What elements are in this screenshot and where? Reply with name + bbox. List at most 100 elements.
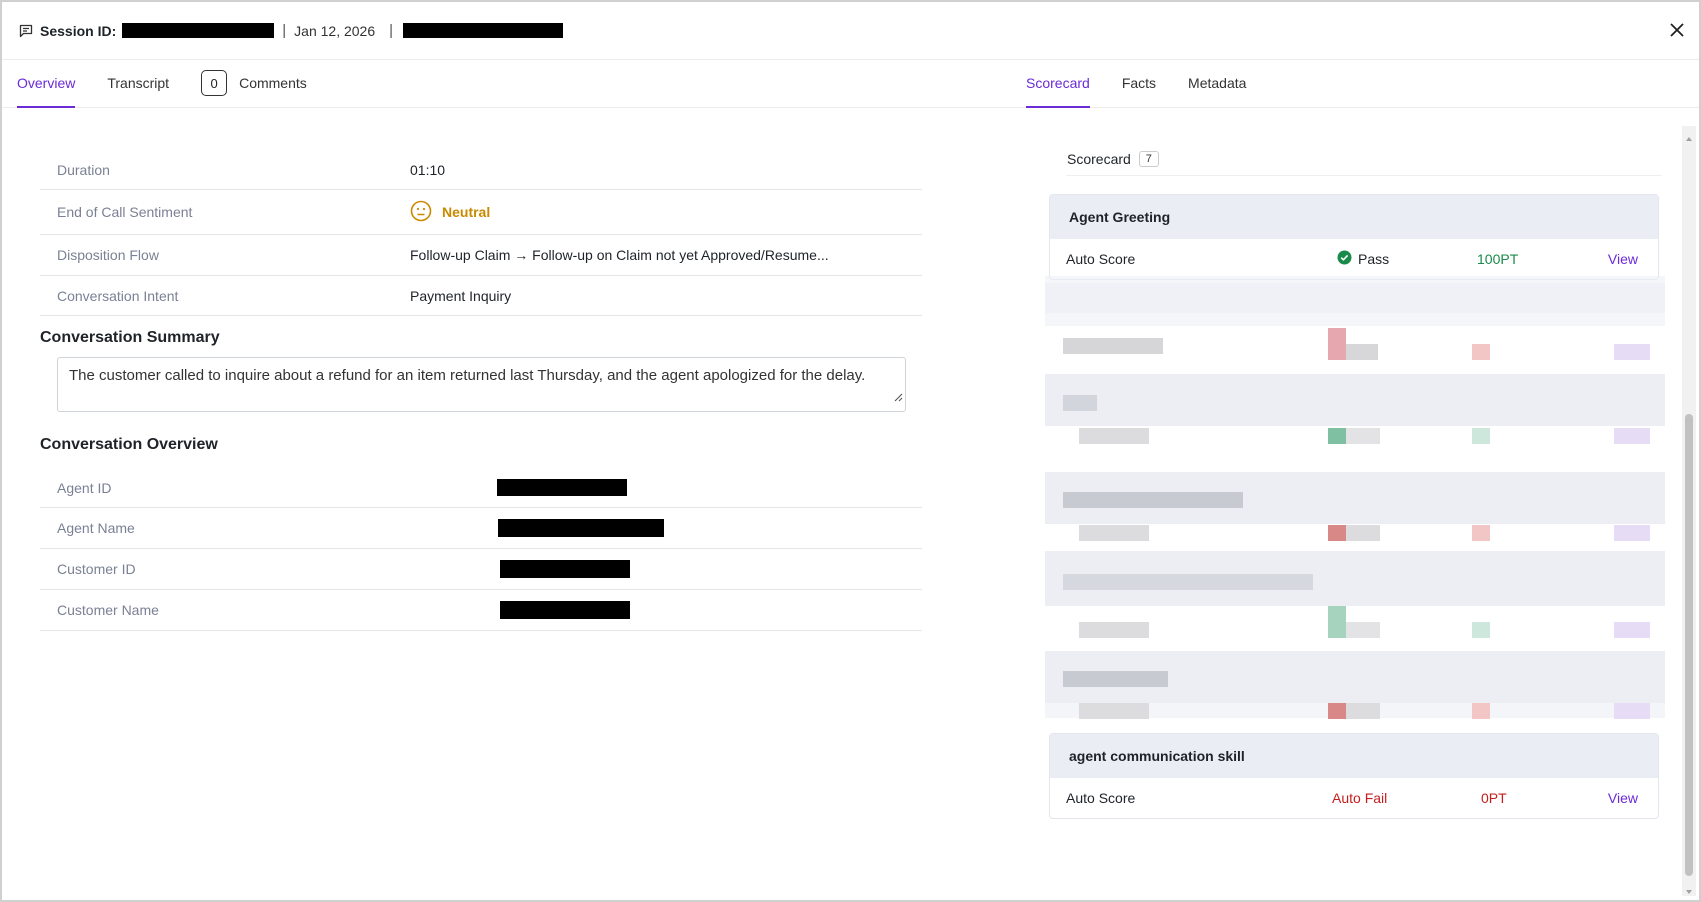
view-link[interactable]: View	[1608, 251, 1638, 267]
pixel-block	[1614, 525, 1650, 541]
detail-value: Payment Inquiry	[410, 287, 512, 304]
check-circle-icon	[1337, 250, 1352, 268]
session-meta-redacted	[403, 23, 564, 38]
pixel-block	[1614, 344, 1650, 360]
overview-row-customer-name: Customer Name	[40, 590, 922, 631]
overview-panel: Duration 01:10 End of Call Sentiment Neu…	[40, 110, 922, 631]
pixel-block	[1063, 338, 1163, 354]
pixel-block	[1328, 328, 1346, 360]
detail-row-disposition: Disposition Flow Follow-up Claim → Follo…	[40, 235, 922, 276]
sentiment-label: Neutral	[442, 204, 491, 220]
detail-label: Conversation Intent	[57, 287, 179, 304]
scorecard-scrollbar[interactable]	[1682, 126, 1696, 896]
pixel-block	[1063, 492, 1243, 508]
scroll-thumb[interactable]	[1685, 414, 1693, 876]
detail-label: Disposition Flow	[57, 247, 159, 263]
score-card-title: Agent Greeting	[1050, 195, 1658, 239]
view-link[interactable]: View	[1608, 790, 1638, 806]
sentiment-value: Neutral	[410, 200, 490, 225]
pixel-block	[1346, 428, 1380, 444]
tab-scorecard-label: Scorecard	[1026, 75, 1090, 91]
overview-row-agent-name: Agent Name	[40, 508, 922, 549]
score-card-title: agent communication skill	[1050, 734, 1658, 778]
customer-id-redacted	[500, 560, 630, 578]
score-status: Pass	[1337, 250, 1389, 268]
header-separator: |	[282, 22, 287, 39]
pixelated-region	[1045, 276, 1665, 748]
agent-name-redacted	[498, 519, 664, 537]
detail-value: 01:10	[410, 161, 446, 178]
pixel-block	[1614, 703, 1650, 719]
close-button[interactable]	[1665, 18, 1689, 42]
scorecard-header: Scorecard 7	[1066, 142, 1661, 176]
pixel-block	[1079, 703, 1149, 719]
pixel-block	[1063, 395, 1097, 411]
pixel-block	[1472, 703, 1490, 719]
pixel-block	[1063, 574, 1313, 590]
scroll-down-arrow-icon[interactable]	[1685, 883, 1693, 894]
tab-metadata-label: Metadata	[1188, 75, 1247, 91]
score-row-label: Auto Score	[1066, 251, 1136, 267]
tab-overview-label: Overview	[17, 75, 76, 91]
overview-row-customer-id: Customer ID	[40, 549, 922, 590]
pixel-block	[1472, 428, 1490, 444]
scorecard-count-badge: 7	[1138, 150, 1159, 167]
pixel-block	[1328, 703, 1346, 719]
session-id-label: Session ID:	[40, 22, 117, 39]
score-row: Auto Score Auto Fail 0PT View	[1050, 778, 1658, 818]
overview-row-agent-id: Agent ID	[40, 468, 922, 508]
overview-label: Agent ID	[57, 479, 112, 496]
score-card-communication-skill: agent communication skill Auto Score Aut…	[1049, 733, 1659, 819]
score-status-label: Auto Fail	[1332, 790, 1388, 806]
agent-id-redacted	[497, 479, 627, 496]
pixel-block	[1614, 428, 1650, 444]
detail-label: Duration	[57, 161, 110, 178]
pixel-block	[1472, 525, 1490, 541]
pixel-block	[1079, 525, 1149, 541]
pixel-block	[1328, 428, 1346, 444]
overview-label: Customer Name	[57, 602, 159, 618]
detail-label: End of Call Sentiment	[57, 204, 193, 220]
tab-facts-label: Facts	[1121, 75, 1157, 91]
tab-transcript[interactable]: Transcript	[107, 59, 169, 107]
overview-label: Agent Name	[57, 520, 135, 536]
resize-grip-icon[interactable]	[893, 386, 903, 409]
pixel-block	[1614, 622, 1650, 638]
tab-metadata[interactable]: Metadata	[1188, 59, 1246, 107]
session-id-value-redacted	[122, 23, 275, 38]
pixel-block	[1328, 525, 1346, 541]
pixel-block	[1063, 671, 1168, 687]
summary-text: The customer called to inquire about a r…	[69, 367, 866, 384]
pixel-block	[1346, 525, 1380, 541]
summary-title: Conversation Summary	[40, 329, 220, 346]
scroll-up-arrow-icon[interactable]	[1685, 130, 1693, 141]
customer-name-redacted	[500, 601, 630, 619]
detail-row-duration: Duration 01:10	[40, 150, 922, 190]
pixel-block	[1472, 344, 1490, 360]
tab-transcript-label: Transcript	[107, 75, 170, 91]
detail-row-sentiment: End of Call Sentiment Neutral	[40, 190, 922, 235]
score-points: 0PT	[1481, 790, 1507, 806]
pixel-block	[1346, 622, 1380, 638]
score-points: 100PT	[1477, 251, 1519, 267]
modal-header: Session ID: | Jan 12, 2026 |	[2, 2, 1699, 60]
tab-comments-label: Comments	[239, 75, 307, 91]
pixelated-band	[1045, 374, 1665, 426]
left-tab-bar: Overview Transcript 0 Comments	[2, 60, 1002, 108]
pixel-block	[1472, 622, 1490, 638]
tab-facts[interactable]: Facts	[1122, 59, 1156, 107]
close-icon	[1670, 23, 1684, 37]
pixel-block	[1346, 703, 1380, 719]
chat-icon	[18, 23, 34, 39]
pixel-block	[1328, 606, 1346, 638]
tab-overview[interactable]: Overview	[17, 59, 76, 108]
overview-label: Customer ID	[57, 561, 136, 577]
comments-count-badge: 0	[201, 70, 228, 96]
tab-scorecard[interactable]: Scorecard	[1026, 59, 1090, 108]
pixelated-band	[1045, 283, 1665, 313]
overview-title: Conversation Overview	[40, 436, 218, 453]
scorecard-title: Scorecard	[1067, 150, 1131, 167]
tab-comments[interactable]: 0 Comments	[201, 59, 307, 107]
summary-textarea[interactable]: The customer called to inquire about a r…	[57, 357, 906, 412]
detail-value: Follow-up Claim → Follow-up on Claim not…	[410, 247, 829, 263]
